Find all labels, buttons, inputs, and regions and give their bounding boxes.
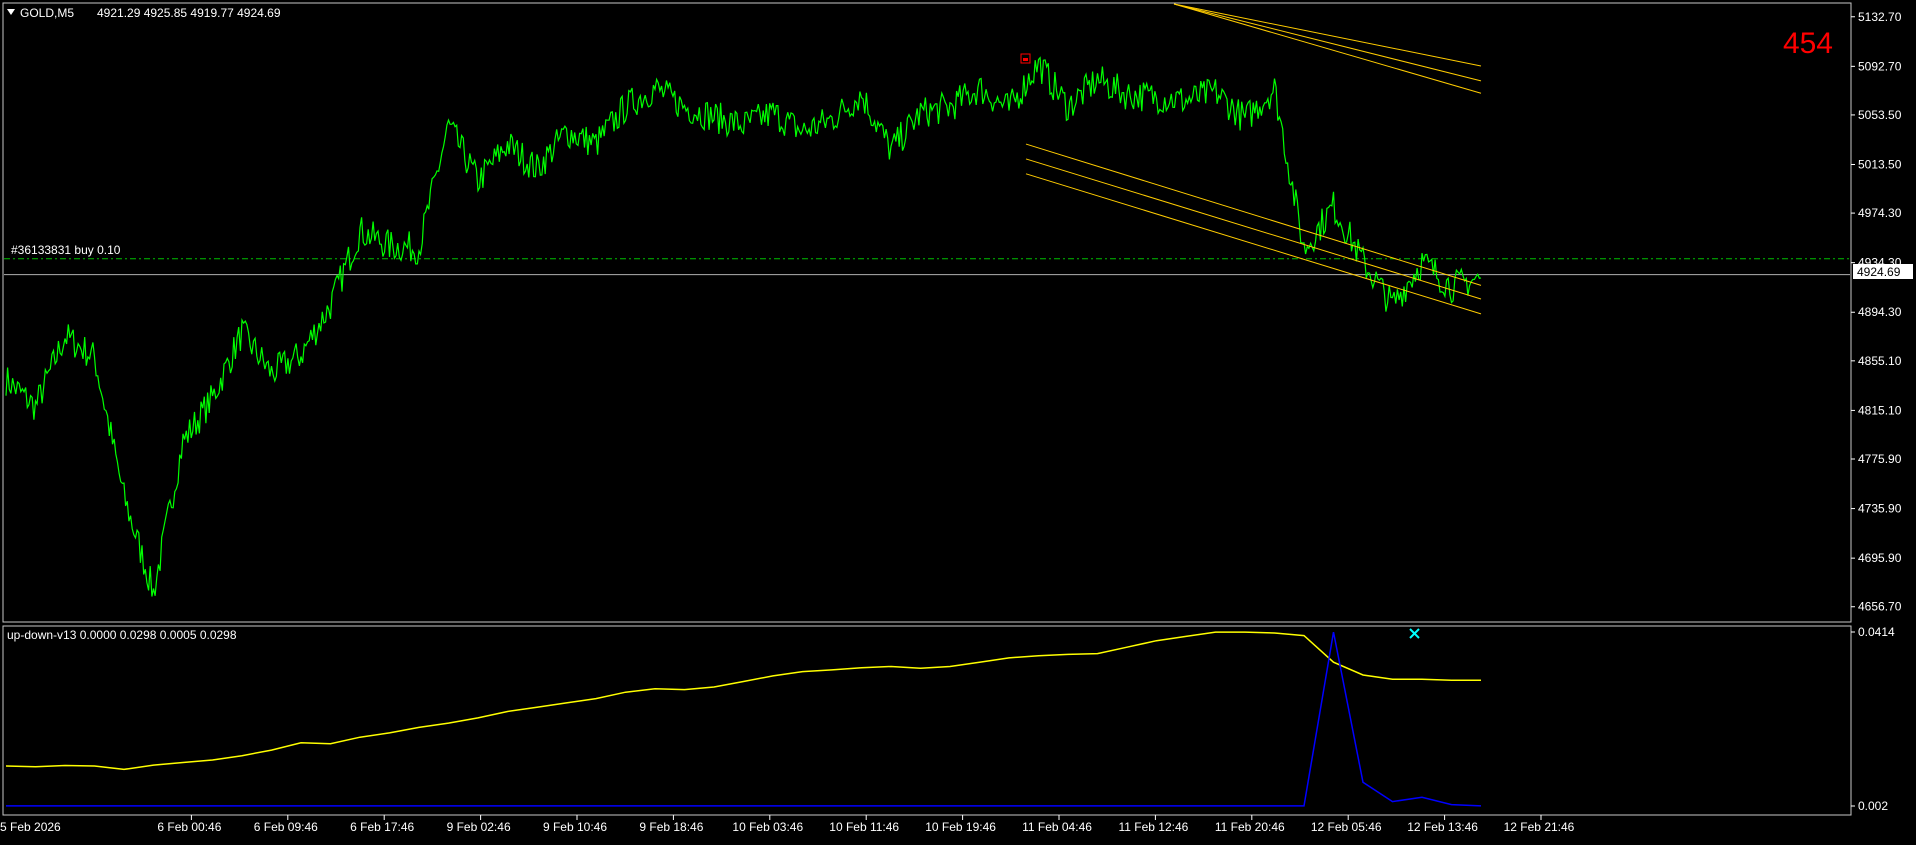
time-tick-label: 10 Feb 19:46 [925, 820, 996, 834]
time-tick-label: 12 Feb 05:46 [1311, 820, 1382, 834]
header: GOLD,M5 4921.29 4925.85 4919.77 4924.69 [7, 6, 281, 20]
time-tick-label: 10 Feb 11:46 [829, 820, 899, 834]
time-tick-label: 5 Feb 2026 [0, 820, 61, 834]
price-tick-label: 5053.50 [1858, 108, 1902, 122]
price-tick-label: 4775.90 [1858, 452, 1902, 466]
time-tick-label: 6 Feb 09:46 [254, 820, 318, 834]
price-tick-label: 4695.90 [1858, 551, 1902, 565]
symbol-label: GOLD,M5 [20, 6, 74, 20]
time-tick-label: 9 Feb 18:46 [639, 820, 703, 834]
chart-background [0, 0, 1916, 840]
chart-window[interactable]: GOLD,M5 4921.29 4925.85 4919.77 4924.69 … [0, 0, 1916, 840]
ohlc-values: 4921.29 4925.85 4919.77 4924.69 [97, 6, 281, 20]
price-tick-label: 4656.70 [1858, 600, 1902, 614]
time-tick-label: 6 Feb 00:46 [157, 820, 221, 834]
price-tick-label: 5132.70 [1858, 10, 1902, 24]
counter-label: 454 [1783, 27, 1833, 60]
indicator-tick-label: 0.0414 [1858, 625, 1895, 639]
time-tick-label: 9 Feb 10:46 [543, 820, 607, 834]
indicator-tick-label: 0.002 [1858, 799, 1888, 813]
price-tick-label: 4855.10 [1858, 354, 1902, 368]
time-tick-label: 10 Feb 03:46 [732, 820, 803, 834]
indicator-title: up-down-v13 0.0000 0.0298 0.0005 0.0298 [7, 628, 237, 642]
time-tick-label: 6 Feb 17:46 [350, 820, 414, 834]
price-tick-label: 4815.10 [1858, 403, 1902, 417]
price-tick-label: 5092.70 [1858, 59, 1902, 73]
price-tick-label: 4974.30 [1858, 206, 1902, 220]
current-price-tag: 4924.69 [1853, 264, 1913, 279]
time-tick-label: 11 Feb 04:46 [1022, 820, 1092, 834]
current-price-value: 4924.69 [1857, 265, 1901, 279]
time-tick-label: 11 Feb 20:46 [1215, 820, 1285, 834]
price-tick-label: 4894.30 [1858, 305, 1902, 319]
time-tick-label: 11 Feb 12:46 [1118, 820, 1188, 834]
order-label: #36133831 buy 0.10 [11, 243, 121, 257]
price-tick-label: 5013.50 [1858, 158, 1902, 172]
price-tick-label: 4735.90 [1858, 502, 1902, 516]
time-tick-label: 12 Feb 21:46 [1504, 820, 1575, 834]
time-tick-label: 9 Feb 02:46 [447, 820, 511, 834]
time-tick-label: 12 Feb 13:46 [1407, 820, 1478, 834]
